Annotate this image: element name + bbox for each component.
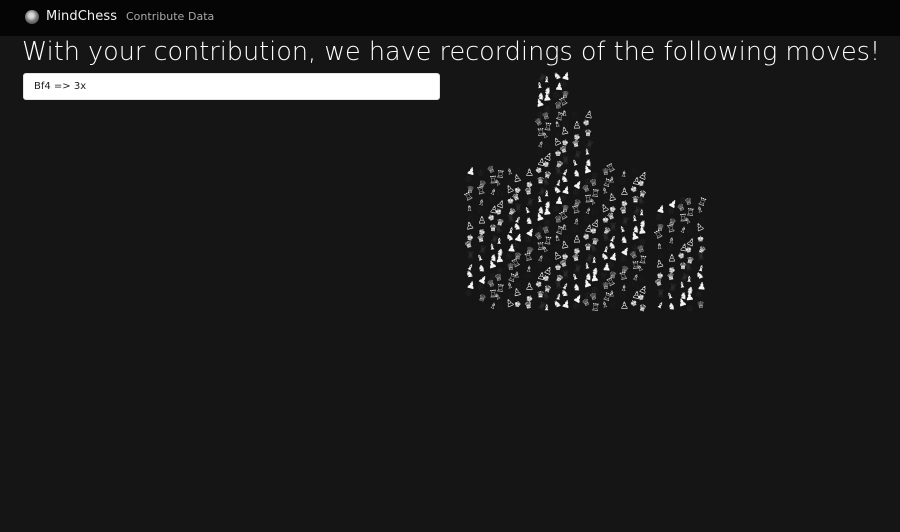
chess-piece-glyph: ♝ (638, 208, 646, 217)
chess-piece-glyph: ♜ (656, 289, 665, 300)
chess-piece-glyph: ♜ (696, 251, 707, 263)
chess-piece-glyph: ♔ (572, 187, 580, 197)
chess-piece-glyph: ♝ (583, 261, 591, 271)
chess-piece-glyph: ♚ (697, 235, 704, 244)
chess-piece-glyph: ♔ (685, 303, 695, 314)
chess-piece-glyph: ♕ (696, 300, 705, 311)
chess-piece-glyph: ♟ (560, 298, 572, 311)
chess-piece-glyph: ♙ (572, 234, 581, 245)
chess-piece-glyph: ♙ (667, 253, 676, 264)
chess-piece-glyph: ♝ (543, 75, 551, 84)
chess-piece-glyph: ♗ (513, 270, 521, 279)
chess-piece-glyph: ♗ (466, 204, 474, 213)
chess-piece-glyph: ♚ (513, 299, 522, 309)
chess-piece-glyph: ♜ (561, 156, 570, 167)
chess-piece-glyph: ♝ (655, 300, 665, 311)
chess-piece-glyph: ♝ (495, 237, 503, 246)
chess-piece-glyph: ♛ (637, 303, 647, 315)
chess-piece-glyph: ♝ (685, 275, 693, 284)
chess-piece-glyph: ♙ (620, 187, 629, 198)
chess-piece-glyph: ♙ (620, 301, 629, 312)
chess-piece-glyph: ♝ (678, 280, 686, 290)
chess-piece-glyph: ♝ (535, 80, 543, 90)
chess-piece-glyph: ♗ (656, 242, 664, 251)
chess-piece-glyph: ♜ (513, 203, 522, 214)
chess-piece-glyph: ♕ (477, 293, 488, 305)
chess-piece-glyph: ♗ (561, 223, 569, 232)
chess-piece-glyph: ♙ (572, 120, 581, 131)
chess-piece-glyph: ♛ (524, 301, 534, 312)
chess-piece-glyph: ♘ (495, 303, 503, 313)
chess-piece-glyph: ♙ (477, 215, 486, 226)
chess-piece-glyph: ♝ (535, 194, 543, 204)
chess-piece-glyph: ♔ (477, 168, 485, 178)
chess-piece-glyph: ♙ (525, 282, 534, 293)
chess-piece-glyph: ♗ (608, 289, 616, 298)
chess-piece-glyph: ♔ (619, 254, 627, 264)
chess-piece-glyph: ♔ (477, 282, 485, 292)
chess-piece-glyph: ♖ (590, 302, 600, 314)
chess-piece-glyph: ♗ (608, 175, 616, 184)
chess-piece-glyph: ♜ (608, 222, 617, 233)
chess-piece-glyph: ♝ (488, 242, 496, 252)
chess-piece-glyph: ♝ (543, 189, 551, 198)
chess-piece-glyph: ♝ (543, 303, 551, 312)
chess-piece-glyph: ♜ (466, 251, 475, 262)
chess-piece-glyph: ♞ (667, 302, 676, 313)
chess-piece-glyph: ♝ (590, 256, 598, 265)
chess-piece-glyph: ♔ (667, 206, 675, 216)
chess-piece-glyph: ♜ (561, 270, 570, 281)
chess-piece-glyph: ♗ (561, 109, 569, 118)
chess-piece-glyph: ♙ (525, 168, 534, 179)
chess-piece-glyph: ♝ (630, 213, 638, 223)
chess-piece-glyph: ♔ (524, 235, 532, 245)
chess-piece-glyph: ♝ (583, 147, 591, 157)
thumbs-up-chess-pieces-icon: ♜♝ ♞♟♝♞ ♟♔♞♟♔♕♟♔ ♕♖♔♕ ♖♗ ♘ ♙♕♖ ♗♘ ♙ ♚♖♗ ♘♙ ♚ ♛♗♘ ♙♚ ♛ ♜… (462, 70, 708, 315)
chess-piece-glyph: ♔ (572, 301, 580, 311)
